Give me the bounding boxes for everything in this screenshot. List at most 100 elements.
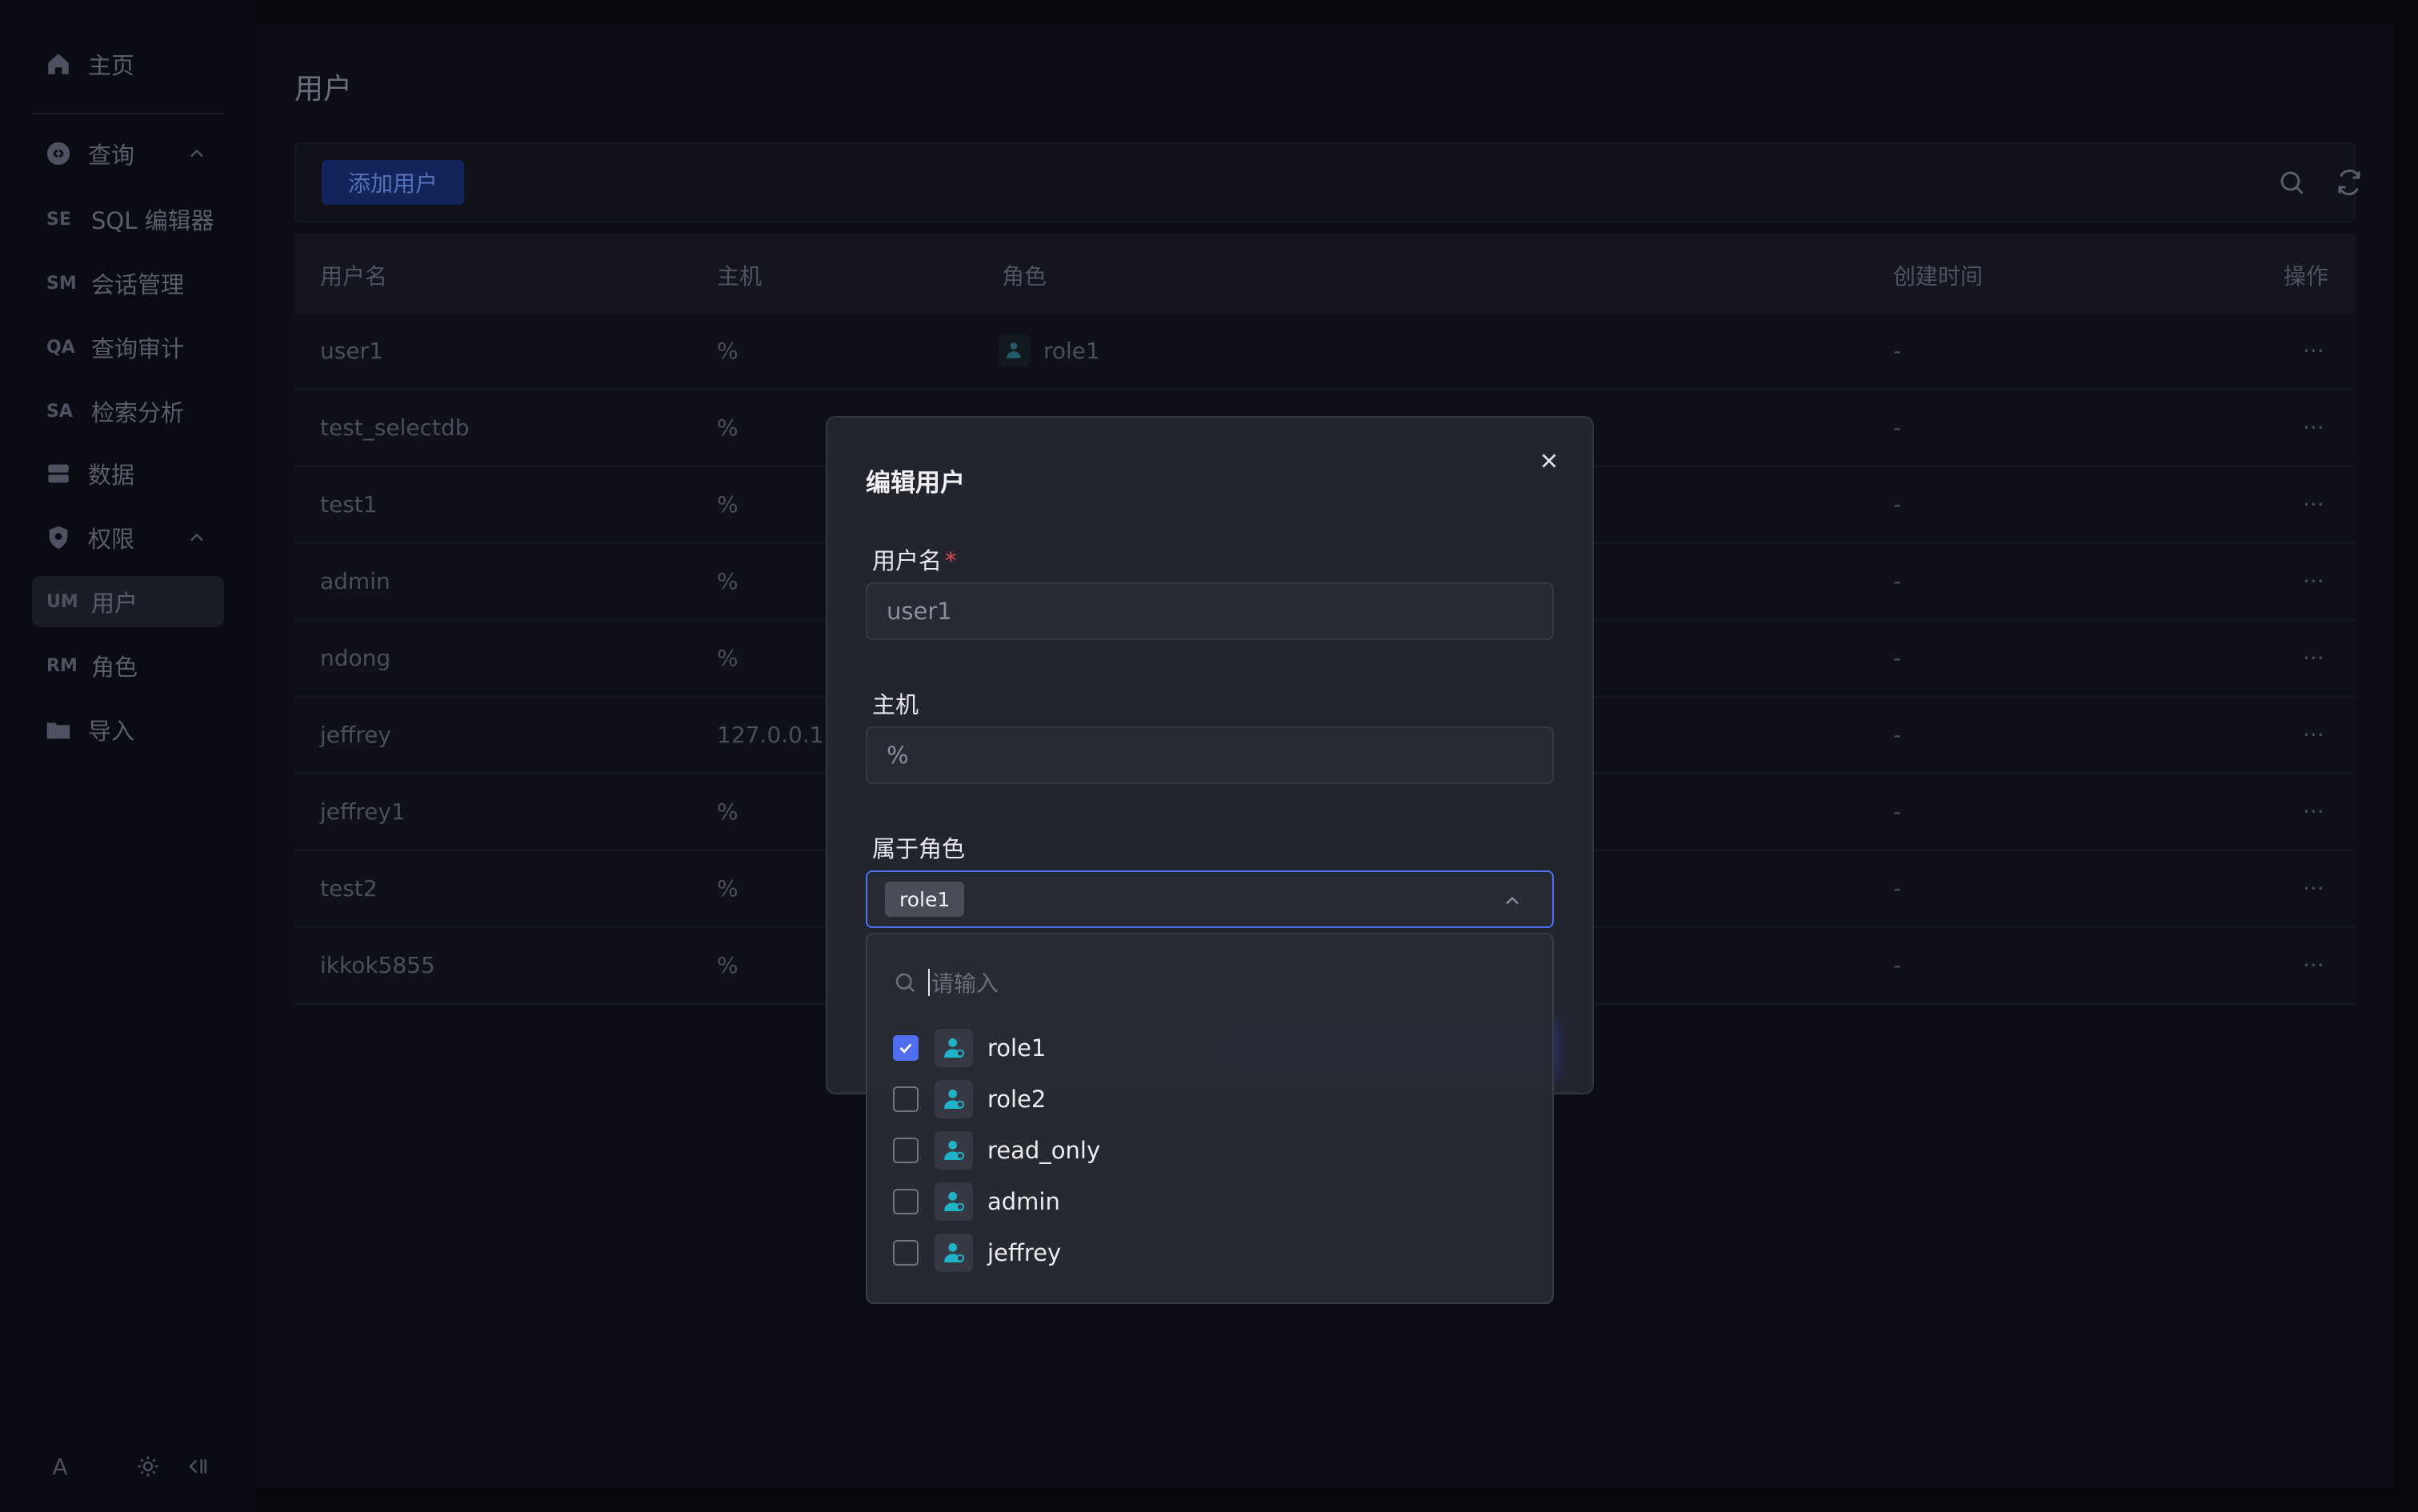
role-icon [935, 1182, 973, 1221]
collapse-sidebar-button[interactable] [181, 1446, 216, 1486]
role-icon [935, 1029, 973, 1067]
sidebar-item-abbr: UM [46, 591, 78, 612]
row-actions-button[interactable]: ··· [2303, 491, 2324, 518]
column-header-host: 主机 [717, 263, 763, 290]
cell-created: - [1893, 952, 1902, 978]
refresh-icon[interactable] [2335, 168, 2364, 197]
username-field[interactable]: user1 [866, 582, 1554, 640]
sidebar-item-session-management[interactable]: SM 会话管理 [32, 258, 224, 309]
column-header-actions: 操作 [2284, 263, 2329, 290]
chevron-up-icon[interactable] [186, 526, 208, 549]
close-icon [1542, 454, 1556, 468]
modal-title: 编辑用户 [866, 469, 965, 498]
sidebar-item-label: 会话管理 [91, 271, 185, 298]
roles-select[interactable]: role1 [866, 870, 1554, 928]
sidebar-item-label: 导入 [88, 718, 135, 745]
sidebar-item-roles[interactable]: RM 角色 [32, 640, 224, 691]
role-option[interactable]: read_only [893, 1126, 1533, 1174]
cell-username: test1 [320, 491, 378, 518]
text-cursor [928, 969, 930, 996]
sidebar-item-abbr: SM [46, 273, 77, 294]
sidebar-item-users[interactable]: UM 用户 [32, 576, 224, 627]
cell-host: 127.0.0.1 [717, 722, 824, 748]
role-option-label: role2 [987, 1086, 1047, 1113]
page-title: 用户 [294, 73, 353, 106]
cell-username: jeffrey [320, 722, 391, 748]
search-input[interactable]: 请输入 [931, 966, 999, 998]
sidebar-item-label: SQL 编辑器 [91, 207, 214, 234]
query-icon [45, 140, 72, 167]
column-header-username: 用户名 [320, 263, 388, 290]
role-option[interactable]: jeffrey [893, 1229, 1533, 1277]
folder-icon [45, 716, 72, 743]
add-user-button[interactable]: 添加用户 [322, 160, 464, 205]
checkbox[interactable] [893, 1138, 919, 1163]
sidebar-item-data[interactable]: 数据 [32, 448, 224, 499]
sidebar-item-query-audit[interactable]: QA 查询审计 [32, 322, 224, 373]
cell-role: role1 [1043, 338, 1100, 364]
role-option[interactable]: role1 [893, 1024, 1533, 1072]
cell-host: % [717, 414, 739, 441]
row-actions-button[interactable]: ··· [2303, 414, 2324, 441]
row-actions-button[interactable]: ··· [2303, 798, 2324, 825]
cell-created: - [1893, 414, 1902, 441]
sidebar-item-import[interactable]: 导入 [32, 704, 224, 755]
sidebar-item-abbr: SA [46, 401, 73, 422]
role-option[interactable]: admin [893, 1178, 1533, 1226]
row-actions-button[interactable]: ··· [2303, 645, 2324, 671]
column-header-created: 创建时间 [1893, 263, 1984, 290]
checkbox[interactable] [893, 1086, 919, 1112]
role-icon [935, 1234, 973, 1272]
host-field[interactable]: % [866, 726, 1554, 784]
cell-created: - [1893, 722, 1902, 748]
row-actions-button[interactable]: ··· [2303, 875, 2324, 902]
database-icon [45, 460, 72, 487]
search-icon[interactable] [2277, 168, 2306, 197]
required-marker: * [945, 547, 957, 574]
sidebar-item-abbr: SE [46, 209, 71, 230]
cell-host: % [717, 568, 739, 594]
sidebar-item-search-analysis[interactable]: SA 检索分析 [32, 386, 224, 437]
sidebar-item-label: 用户 [91, 590, 138, 617]
chevron-up-icon[interactable] [186, 142, 208, 165]
username-label-text: 用户名 [872, 547, 943, 574]
cell-created: - [1893, 568, 1902, 594]
column-header-role: 角色 [1002, 263, 1047, 290]
row-actions-button[interactable]: ··· [2303, 568, 2324, 594]
chevron-up-icon[interactable] [1501, 890, 1523, 912]
home-icon [45, 50, 72, 78]
role-option[interactable]: role2 [893, 1075, 1533, 1123]
collapse-icon [189, 1459, 206, 1474]
cell-username: ndong [320, 645, 391, 671]
selected-role-tag[interactable]: role1 [885, 882, 965, 917]
row-actions-button[interactable]: ··· [2303, 722, 2324, 748]
row-actions-button[interactable]: ··· [2303, 338, 2324, 364]
sidebar-item-sql-editor[interactable]: SE SQL 编辑器 [32, 194, 224, 245]
avatar[interactable]: A [42, 1446, 78, 1486]
sidebar-item-home[interactable]: 主页 [32, 38, 224, 90]
role-icon [999, 334, 1031, 366]
close-button[interactable] [1533, 445, 1565, 477]
checkbox[interactable] [893, 1240, 919, 1266]
checkbox[interactable] [893, 1035, 919, 1061]
row-actions-button[interactable]: ··· [2303, 952, 2324, 978]
role-option-label: role1 [987, 1034, 1047, 1062]
cell-username: ikkok5855 [320, 952, 435, 978]
sun-icon [138, 1456, 158, 1477]
cell-username: jeffrey1 [320, 798, 406, 825]
role-icon [935, 1131, 973, 1170]
dropdown-search[interactable]: 请输入 [893, 963, 1533, 1002]
cell-host: % [717, 798, 739, 825]
cell-username: user1 [320, 338, 383, 364]
checkbox[interactable] [893, 1189, 919, 1214]
sidebar-group-permissions[interactable]: 权限 [32, 512, 224, 563]
sidebar-item-label: 数据 [88, 462, 135, 489]
sidebar-item-abbr: RM [46, 655, 78, 676]
cell-username: test2 [320, 875, 378, 902]
cell-host: % [717, 952, 739, 978]
sidebar-group-label: 权限 [88, 526, 135, 553]
theme-toggle-button[interactable] [128, 1446, 168, 1486]
table-row: user1% role1 - ··· [294, 314, 2356, 390]
sidebar-group-query[interactable]: 查询 [32, 128, 224, 179]
check-icon [899, 1043, 912, 1054]
